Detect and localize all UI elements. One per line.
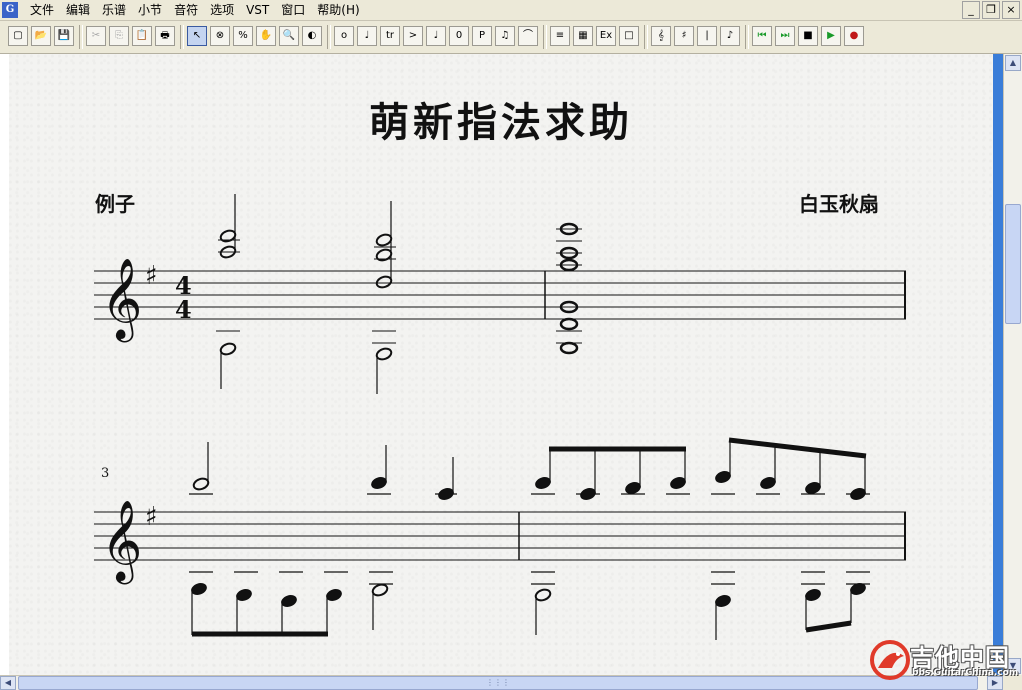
watermark-subtext: bbs.GuitarChina.com	[912, 668, 1019, 678]
menu-window[interactable]: 窗口	[275, 2, 311, 18]
quarter-note-button[interactable]: ♩	[426, 26, 446, 46]
copy-button: ⎘	[109, 26, 129, 46]
page-edge-right	[993, 54, 1003, 675]
menu-note[interactable]: 音符	[168, 2, 204, 18]
hand-tool-button[interactable]: ✋	[256, 26, 276, 46]
trill-button[interactable]: tr	[380, 26, 400, 46]
play-button[interactable]: ▶	[821, 26, 841, 46]
toolbar-separator	[543, 25, 547, 49]
chord-1b-bass	[372, 330, 396, 394]
delete-note-button[interactable]: ⊗	[210, 26, 230, 46]
toolbar-separator	[327, 25, 331, 49]
key-signature-sharp-icon: ♯	[145, 261, 158, 291]
toolbar-separator	[745, 25, 749, 49]
minimize-button[interactable]: _	[962, 1, 980, 19]
toolbar-separator	[79, 25, 83, 49]
time-signature-bottom: 4	[175, 295, 192, 324]
menu-edit[interactable]: 编辑	[60, 2, 96, 18]
paste-button: 📋	[132, 26, 152, 46]
measure-4-lower	[531, 571, 870, 640]
horizontal-scrollbar[interactable]: ◀ ⋮⋮⋮ ▶	[0, 675, 1003, 690]
chord-1a	[218, 194, 240, 259]
dragon-logo-icon	[870, 640, 910, 680]
empty-box-button[interactable]: □	[619, 26, 639, 46]
bar-line-button[interactable]: |	[697, 26, 717, 46]
treble-clef-button[interactable]: 𝄞	[651, 26, 671, 46]
key-signature-sharp-icon: ♯	[145, 502, 158, 532]
accent-button[interactable]: >	[403, 26, 423, 46]
menu-bar: G 文件 编辑 乐谱 小节 音符 选项 VST 窗口 帮助(H) _ ❐ ×	[0, 0, 1022, 21]
close-button[interactable]: ×	[1002, 1, 1020, 19]
chord-2-whole	[556, 222, 582, 355]
note-props-button[interactable]: ♪	[720, 26, 740, 46]
staff-system-2	[94, 511, 906, 561]
vertical-scrollbar[interactable]: ▲ ▼	[1003, 54, 1022, 675]
menu-measure[interactable]: 小节	[132, 2, 168, 18]
toolbar-separator	[644, 25, 648, 49]
beam-notes-button[interactable]: ♫	[495, 26, 515, 46]
zero-button[interactable]: 0	[449, 26, 469, 46]
menu-score[interactable]: 乐谱	[96, 2, 132, 18]
document-area: 萌新指法求助 例子 白玉秋扇 3 𝄞 ♯ 4 4 𝄞 ♯	[0, 54, 1003, 675]
staff-system-1	[94, 270, 906, 320]
menu-options[interactable]: 选项	[204, 2, 240, 18]
tuning-button[interactable]: ♯	[674, 26, 694, 46]
select-arrow-button[interactable]: ↖	[187, 26, 207, 46]
menu-list: 文件 编辑 乐谱 小节 音符 选项 VST 窗口 帮助(H)	[24, 2, 366, 18]
tremolo-button[interactable]: ≡	[550, 26, 570, 46]
measure-4-upper-group-2	[711, 437, 870, 500]
chord-1a-bass	[216, 330, 240, 389]
watermark: 吉他中国 bbs.GuitarChina.com	[868, 636, 1018, 686]
score-page[interactable]: 萌新指法求助 例子 白玉秋扇 3 𝄞 ♯ 4 4 𝄞 ♯	[9, 54, 993, 675]
toolbar: ▢ 📂 💾 ✂ ⎘ 📋 🖶 ↖ ⊗% ✋ 🔍 ◐ o ♩ tr > ♩ 0 P ♫ ⌒ ≡ ▦ Ex □ 𝄞 ♯ | ♪ ⏮ ⏭ ■ ▶ ●	[0, 21, 1022, 54]
measure-4-upper-group-1	[531, 446, 690, 500]
restore-button[interactable]: ❐	[982, 1, 1000, 19]
slur-button[interactable]: ⌒	[518, 26, 538, 46]
menu-help[interactable]: 帮助(H)	[311, 2, 365, 18]
horizontal-scroll-thumb[interactable]: ⋮⋮⋮	[18, 676, 978, 690]
window-buttons: _ ❐ ×	[962, 1, 1020, 19]
scroll-left-icon[interactable]: ◀	[0, 676, 16, 690]
rewind-button[interactable]: ⏮	[752, 26, 772, 46]
grid-button[interactable]: ▦	[573, 26, 593, 46]
zoom-button[interactable]: 🔍	[279, 26, 299, 46]
open-file-button[interactable]: 📂	[31, 26, 51, 46]
guitar-pro-icon[interactable]: G	[2, 2, 18, 18]
stop-button[interactable]: ■	[798, 26, 818, 46]
piano-dynamic-button[interactable]: P	[472, 26, 492, 46]
menu-vst[interactable]: VST	[240, 2, 275, 18]
print-button[interactable]: 🖶	[155, 26, 175, 46]
expression-button[interactable]: Ex	[596, 26, 616, 46]
vertical-scroll-thumb[interactable]	[1005, 204, 1021, 324]
whole-note-button[interactable]: o	[334, 26, 354, 46]
treble-clef-icon: 𝄞	[101, 257, 142, 342]
scroll-up-icon[interactable]: ▲	[1005, 55, 1021, 71]
tie-button[interactable]: ♩	[357, 26, 377, 46]
play-step-button[interactable]: ⏭	[775, 26, 795, 46]
toolbar-separator	[180, 25, 184, 49]
new-file-button[interactable]: ▢	[8, 26, 28, 46]
save-file-button[interactable]: 💾	[54, 26, 74, 46]
music-notation: 𝄞 ♯ 4 4 𝄞 ♯	[94, 194, 906, 640]
measure-3-upper	[189, 442, 457, 500]
treble-clef-icon: 𝄞	[101, 499, 142, 584]
menu-file[interactable]: 文件	[24, 2, 60, 18]
cut-button: ✂	[86, 26, 106, 46]
color-wheel-button[interactable]: ◐	[302, 26, 322, 46]
chord-1b	[374, 201, 396, 289]
record-button[interactable]: ●	[844, 26, 864, 46]
percent-button[interactable]: %	[233, 26, 253, 46]
measure-3-lower	[189, 571, 393, 637]
